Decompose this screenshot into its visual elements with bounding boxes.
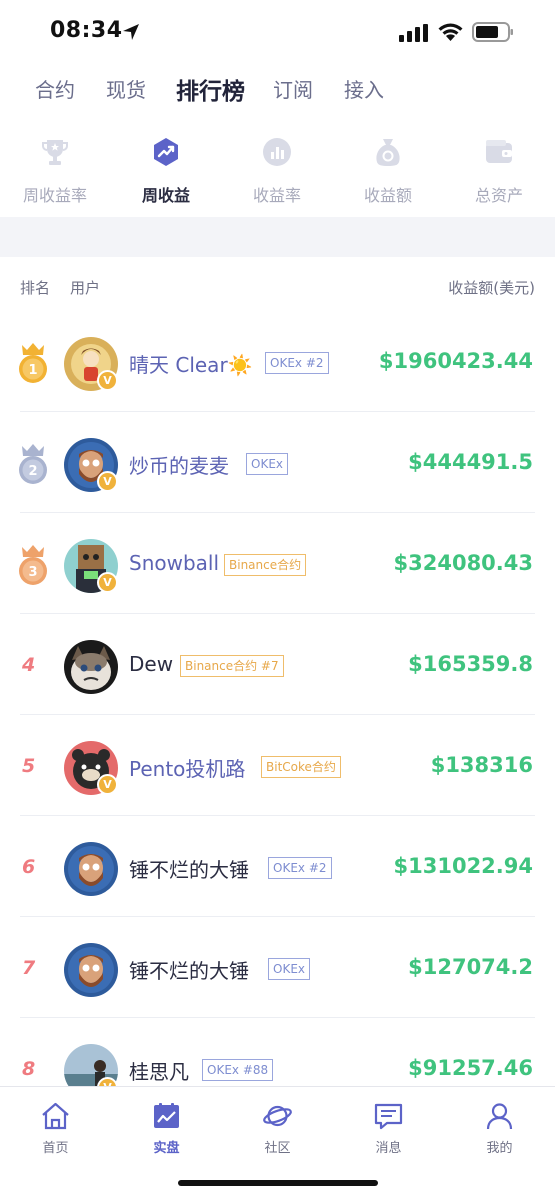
- avatar[interactable]: [64, 943, 118, 997]
- bronze-medal-icon: 3: [19, 545, 47, 585]
- wifi-icon: [438, 23, 463, 41]
- user-name[interactable]: Pento投机路: [129, 753, 245, 782]
- nav-community[interactable]: 社区: [222, 1099, 333, 1159]
- user-name[interactable]: 桂思凡: [129, 1056, 189, 1085]
- profile-icon: [486, 1103, 513, 1130]
- avatar[interactable]: [64, 842, 118, 896]
- medal-rank: 3: [28, 565, 37, 580]
- sub-tab-label: 收益率: [252, 186, 301, 205]
- status-time: 08:34: [50, 18, 123, 43]
- top-tab-bar: 合约 现货 排行榜 订阅 接入: [0, 70, 555, 110]
- leaderboard-row[interactable]: 2 V 炒币的麦麦 OKEx $444491.5: [0, 412, 555, 513]
- avatar[interactable]: [64, 640, 118, 694]
- leaderboard-row[interactable]: 6 锤不烂的大锤 OKEx #2 $131022.94: [0, 816, 555, 917]
- gold-medal-icon: 1: [19, 343, 47, 383]
- nav-home[interactable]: 首页: [0, 1099, 111, 1159]
- verified-badge: V: [97, 774, 118, 795]
- location-arrow-icon: [123, 24, 139, 40]
- status-bar: 08:34: [0, 0, 555, 64]
- verified-badge: V: [97, 370, 118, 391]
- exchange-tag: Binance合约: [224, 554, 307, 576]
- header-user: 用户: [70, 279, 101, 297]
- sub-tab-label: 总资产: [474, 186, 523, 205]
- profit-amount: $165359.8: [408, 652, 533, 676]
- exchange-tag: Binance合约 #7: [180, 655, 284, 677]
- exchange-tag: BitCoke合约: [261, 756, 341, 778]
- user-name[interactable]: 锤不烂的大锤: [129, 854, 249, 883]
- nav-label: 消息: [375, 1141, 402, 1156]
- nav-live-trading[interactable]: 实盘: [111, 1099, 222, 1159]
- user-name[interactable]: Snowball: [129, 551, 219, 575]
- nav-messages[interactable]: 消息: [333, 1099, 444, 1159]
- leaderboard-row[interactable]: 4 Dew Binance合约 #7 $165359.8: [0, 614, 555, 715]
- user-name[interactable]: Dew: [129, 652, 173, 676]
- verified-badge: V: [97, 471, 118, 492]
- sub-tab-label: 周收益: [141, 186, 190, 205]
- user-name[interactable]: 锤不烂的大锤: [129, 955, 249, 984]
- sub-tab-label: 收益额: [363, 186, 412, 205]
- ranking-category-tabs: 周收益率 周收益 收益率 收益额 总资产: [0, 130, 555, 210]
- verified-badge: V: [97, 572, 118, 593]
- silver-medal-icon: 2: [19, 444, 47, 484]
- battery-icon: [472, 22, 513, 42]
- trend-chart-icon: [154, 138, 178, 166]
- tab-leaderboard[interactable]: 排行榜: [176, 72, 245, 106]
- header-rank: 排名: [20, 279, 51, 297]
- leaderboard-list: 1 V 晴天 Clear☀️ OKEx #2 $1960423.44 2 V 炒…: [0, 311, 555, 1119]
- tab-access[interactable]: 接入: [344, 74, 384, 103]
- profit-amount: $131022.94: [393, 854, 533, 878]
- profit-amount: $1960423.44: [378, 349, 533, 373]
- exchange-tag: OKEx #2: [265, 352, 329, 374]
- medal-rank: 2: [28, 464, 37, 479]
- trophy-icon: [42, 140, 68, 165]
- leaderboard-row[interactable]: 3 V Snowball Binance合约 $324080.43: [0, 513, 555, 614]
- wallet-icon: [486, 140, 512, 163]
- leaderboard-header: 排名 用户 收益额(美元): [0, 274, 555, 302]
- exchange-tag: OKEx #2: [268, 857, 332, 879]
- sub-tab-total-assets[interactable]: 总资产: [444, 130, 554, 210]
- profit-amount: $324080.43: [393, 551, 533, 575]
- profit-amount: $444491.5: [408, 450, 533, 474]
- nav-label: 实盘: [153, 1141, 180, 1156]
- medal-rank: 1: [28, 363, 37, 378]
- section-divider: [0, 217, 555, 257]
- rank-number: 4: [22, 654, 36, 676]
- rank-number: 8: [22, 1058, 36, 1080]
- rank-number: 5: [22, 755, 36, 777]
- sub-tab-return-rate[interactable]: 收益率: [222, 130, 332, 210]
- user-name[interactable]: 炒币的麦麦: [129, 450, 229, 479]
- nav-label: 首页: [42, 1141, 69, 1156]
- exchange-tag: OKEx #88: [202, 1059, 274, 1081]
- money-bag-icon: [376, 139, 400, 166]
- tab-subscribe[interactable]: 订阅: [273, 74, 313, 103]
- leaderboard-row[interactable]: 1 V 晴天 Clear☀️ OKEx #2 $1960423.44: [0, 311, 555, 412]
- planet-icon: [263, 1105, 292, 1127]
- sub-tab-label: 周收益率: [22, 186, 87, 205]
- user-name[interactable]: 晴天 Clear☀️: [129, 349, 253, 378]
- nav-label: 社区: [264, 1141, 291, 1156]
- tab-spot[interactable]: 现货: [106, 74, 146, 103]
- home-icon: [42, 1102, 69, 1130]
- sub-tab-weekly-return-rate[interactable]: 周收益率: [0, 130, 110, 210]
- profit-amount: $138316: [430, 753, 533, 777]
- cellular-signal-icon: [399, 24, 428, 42]
- message-icon: [374, 1103, 403, 1130]
- exchange-tag: OKEx: [246, 453, 288, 475]
- bar-chart-icon: [263, 138, 291, 166]
- nav-profile[interactable]: 我的: [444, 1099, 555, 1159]
- leaderboard-row[interactable]: 7 锤不烂的大锤 OKEx $127074.2: [0, 917, 555, 1018]
- tab-contract[interactable]: 合约: [35, 74, 75, 103]
- leaderboard-row[interactable]: 5 V Pento投机路 BitCoke合约 $138316: [0, 715, 555, 816]
- profit-amount: $91257.46: [408, 1056, 533, 1080]
- live-chart-icon: [154, 1103, 179, 1128]
- sub-tab-profit-amount[interactable]: 收益额: [333, 130, 443, 210]
- home-indicator[interactable]: [178, 1180, 378, 1186]
- nav-label: 我的: [486, 1141, 513, 1156]
- header-amount: 收益额(美元): [448, 279, 535, 297]
- sub-tab-weekly-profit[interactable]: 周收益: [111, 130, 221, 210]
- rank-number: 7: [22, 957, 36, 979]
- exchange-tag: OKEx: [268, 958, 310, 980]
- rank-number: 6: [22, 856, 36, 878]
- profit-amount: $127074.2: [408, 955, 533, 979]
